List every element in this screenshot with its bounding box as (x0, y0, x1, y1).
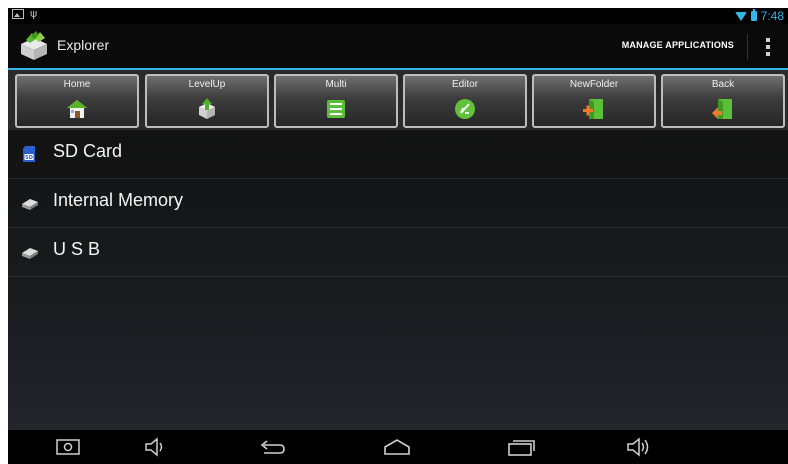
explorer-app-icon[interactable] (18, 30, 50, 62)
overflow-menu-icon[interactable] (766, 38, 770, 56)
recents-icon[interactable] (506, 436, 536, 458)
levelup-button-label: LevelUp (188, 79, 226, 90)
photo-icon (12, 9, 24, 19)
list-item-usb[interactable]: U S B (8, 228, 788, 277)
action-bar-divider (747, 34, 748, 60)
navigation-bar (8, 430, 788, 464)
levelup-button[interactable]: LevelUp (145, 74, 269, 128)
list-item-label: SD Card (53, 141, 123, 161)
home-icon (67, 100, 87, 118)
sd-card-icon: SD (23, 146, 35, 162)
file-list: SD SD Card Internal Memory U S B (8, 130, 788, 430)
back-button[interactable]: Back (661, 74, 785, 128)
home-button-label: Home (63, 79, 91, 90)
screenshot-icon[interactable] (56, 436, 80, 458)
newfolder-button[interactable]: NewFolder (532, 74, 656, 128)
wifi-icon (734, 11, 747, 21)
list-item-label: U S B (53, 239, 101, 259)
newfolder-button-label: NewFolder (569, 79, 619, 90)
drive-icon (22, 199, 38, 210)
home-button[interactable]: Home (15, 74, 139, 128)
editor-icon (455, 99, 475, 119)
device-screen: ψ 7:48 Explorer MANAGE APPLICATIONS Home (8, 8, 788, 464)
manage-applications-button[interactable]: MANAGE APPLICATIONS (622, 40, 734, 50)
back-nav-icon[interactable] (258, 436, 286, 458)
volume-down-icon[interactable] (144, 436, 168, 458)
home-nav-icon[interactable] (382, 436, 412, 458)
multi-button[interactable]: Multi (274, 74, 398, 128)
back-button-label: Back (711, 79, 735, 90)
level-up-icon (199, 98, 215, 119)
app-title: Explorer (57, 37, 110, 53)
editor-button-label: Editor (451, 79, 479, 90)
status-clock: 7:48 (760, 9, 784, 23)
new-folder-icon (583, 99, 603, 119)
svg-text:SD: SD (25, 155, 33, 161)
usb-icon: ψ (30, 8, 38, 20)
action-bar: Explorer MANAGE APPLICATIONS (8, 24, 788, 70)
editor-button[interactable]: Editor (403, 74, 527, 128)
multi-button-label: Multi (325, 79, 347, 90)
toolbar: Home LevelUp Multi Editor NewFolder Back (8, 70, 788, 130)
back-icon (712, 99, 732, 119)
list-item-label: Internal Memory (53, 190, 184, 210)
status-bar: ψ 7:48 (8, 8, 788, 24)
list-item-sd-card[interactable]: SD SD Card (8, 130, 788, 179)
volume-up-icon[interactable] (626, 436, 656, 458)
multi-select-icon (327, 100, 345, 118)
drive-icon (22, 248, 38, 259)
battery-icon (750, 9, 757, 21)
list-item-internal-memory[interactable]: Internal Memory (8, 179, 788, 228)
